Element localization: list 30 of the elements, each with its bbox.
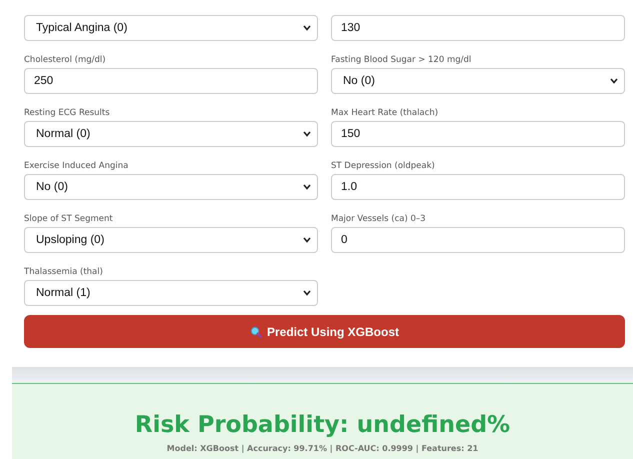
chevron-down-icon xyxy=(610,78,618,84)
chevron-down-icon xyxy=(303,237,311,243)
input-field[interactable]: 130 xyxy=(331,15,625,41)
dropdown[interactable]: No (0) xyxy=(331,68,625,94)
dropdown[interactable]: No (0) xyxy=(24,174,318,200)
field-label: Cholesterol (mg/dl) xyxy=(24,54,107,66)
input-field[interactable]: 150 xyxy=(331,121,625,147)
field-label: Exercise Induced Angina xyxy=(24,160,130,172)
risk-probability-title: Risk Probability: undefined% xyxy=(134,412,510,438)
field-label: Max Heart Rate (thalach) xyxy=(331,107,440,119)
chevron-down-icon xyxy=(303,25,311,31)
input-field[interactable]: 1.0 xyxy=(331,174,625,200)
dropdown[interactable]: Upsloping (0) xyxy=(24,227,318,253)
field-label: ST Depression (oldpeak) xyxy=(331,160,436,172)
field-label: Major Vessels (ca) 0–3 xyxy=(331,213,427,225)
field-label: Resting ECG Results xyxy=(24,107,111,119)
input-field[interactable]: 250 xyxy=(24,68,318,94)
dropdown[interactable]: Normal (0) xyxy=(24,121,318,147)
predict-button[interactable]: Predict Using XGBoost xyxy=(24,315,625,348)
input-field[interactable]: 0 xyxy=(331,227,625,253)
field-label: Fasting Blood Sugar > 120 mg/dl xyxy=(331,54,472,66)
chevron-down-icon xyxy=(303,290,311,296)
chevron-down-icon xyxy=(303,131,311,137)
dropdown[interactable]: Normal (1) xyxy=(24,280,318,306)
field-label: Slope of ST Segment xyxy=(24,213,114,225)
model-details: Model: XGBoost | Accuracy: 99.71% | ROC-AUC: 0.9999 | Features: 21 xyxy=(166,444,478,453)
dropdown[interactable]: Typical Angina (0) xyxy=(24,15,318,41)
chevron-down-icon xyxy=(303,184,311,190)
magnifier-icon xyxy=(250,326,262,338)
field-label: Thalassemia (thal) xyxy=(24,266,104,278)
